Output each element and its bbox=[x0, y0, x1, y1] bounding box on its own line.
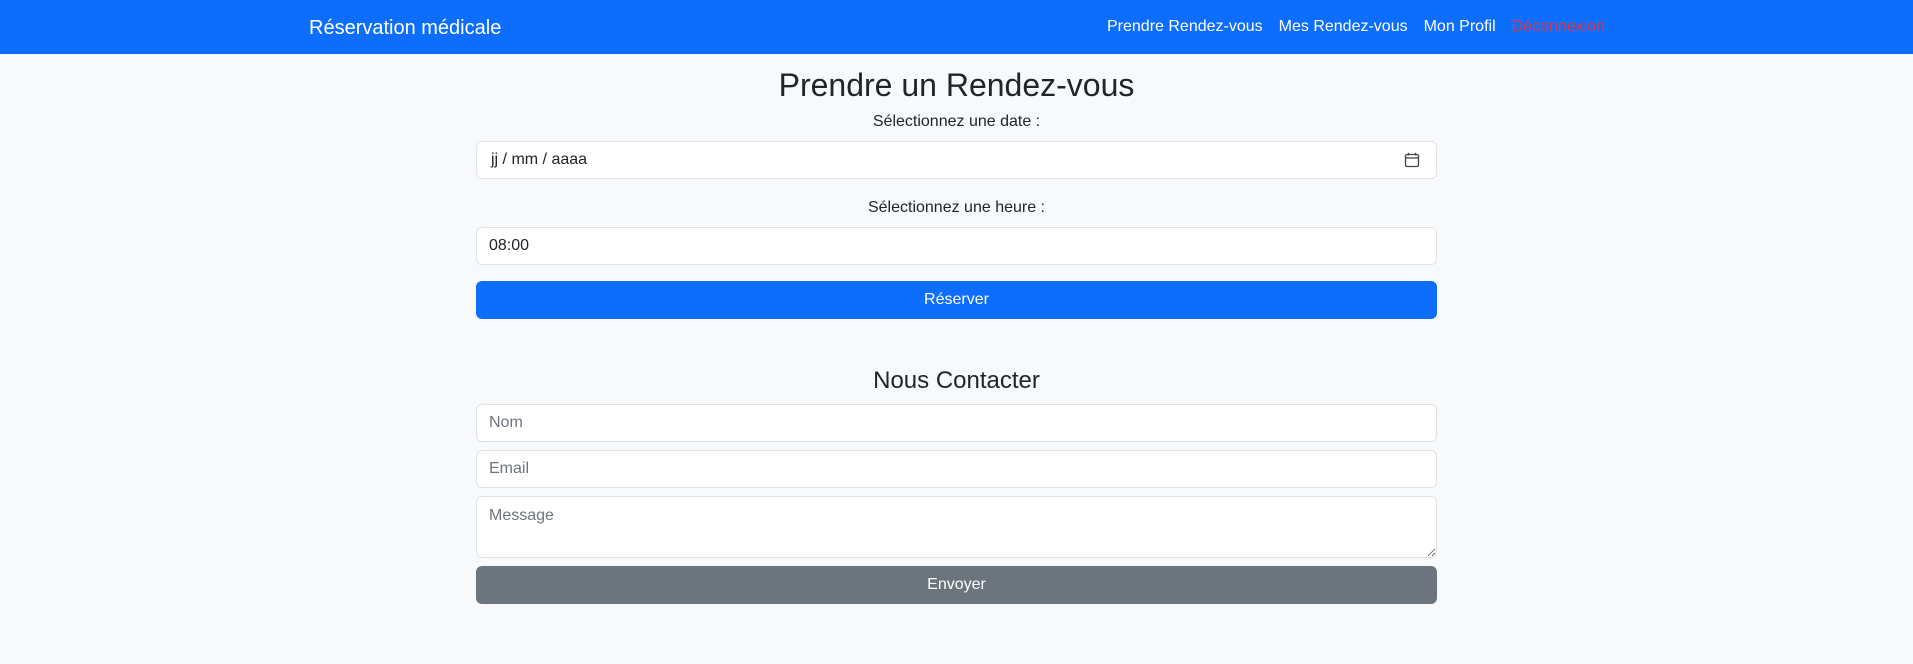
date-input[interactable]: jj / mm / aaaa bbox=[476, 141, 1437, 179]
time-input-value: 08:00 bbox=[489, 237, 530, 254]
send-button[interactable]: Envoyer bbox=[476, 566, 1437, 604]
message-wrapper bbox=[476, 496, 1437, 558]
nav-link-mon-profil[interactable]: Mon Profil bbox=[1424, 18, 1496, 36]
brand-link[interactable]: Réservation médicale bbox=[309, 0, 501, 54]
navbar: Réservation médicale Prendre Rendez-vous… bbox=[0, 0, 1913, 54]
nav-links: Prendre Rendez-vous Mes Rendez-vous Mon … bbox=[1107, 0, 1605, 54]
nav-link-deconnexion[interactable]: Déconnexion bbox=[1512, 18, 1605, 36]
email-field[interactable] bbox=[476, 450, 1437, 488]
date-label: Sélectionnez une date : bbox=[872, 113, 1041, 130]
booking-title: Prendre un Rendez-vous bbox=[778, 67, 1135, 103]
contact-title: Nous Contacter bbox=[873, 367, 1040, 394]
reserve-button[interactable]: Réserver bbox=[476, 281, 1437, 319]
date-input-value: jj / mm / aaaa bbox=[491, 151, 588, 168]
nav-link-mes-rendez-vous[interactable]: Mes Rendez-vous bbox=[1279, 18, 1408, 36]
nav-link-prendre-rendez-vous[interactable]: Prendre Rendez-vous bbox=[1107, 18, 1263, 36]
time-input[interactable]: 08:00 bbox=[476, 227, 1437, 265]
time-label: Sélectionnez une heure : bbox=[867, 199, 1045, 216]
calendar-icon[interactable] bbox=[1404, 152, 1420, 168]
name-field[interactable] bbox=[476, 404, 1437, 442]
message-field[interactable] bbox=[476, 496, 1437, 558]
